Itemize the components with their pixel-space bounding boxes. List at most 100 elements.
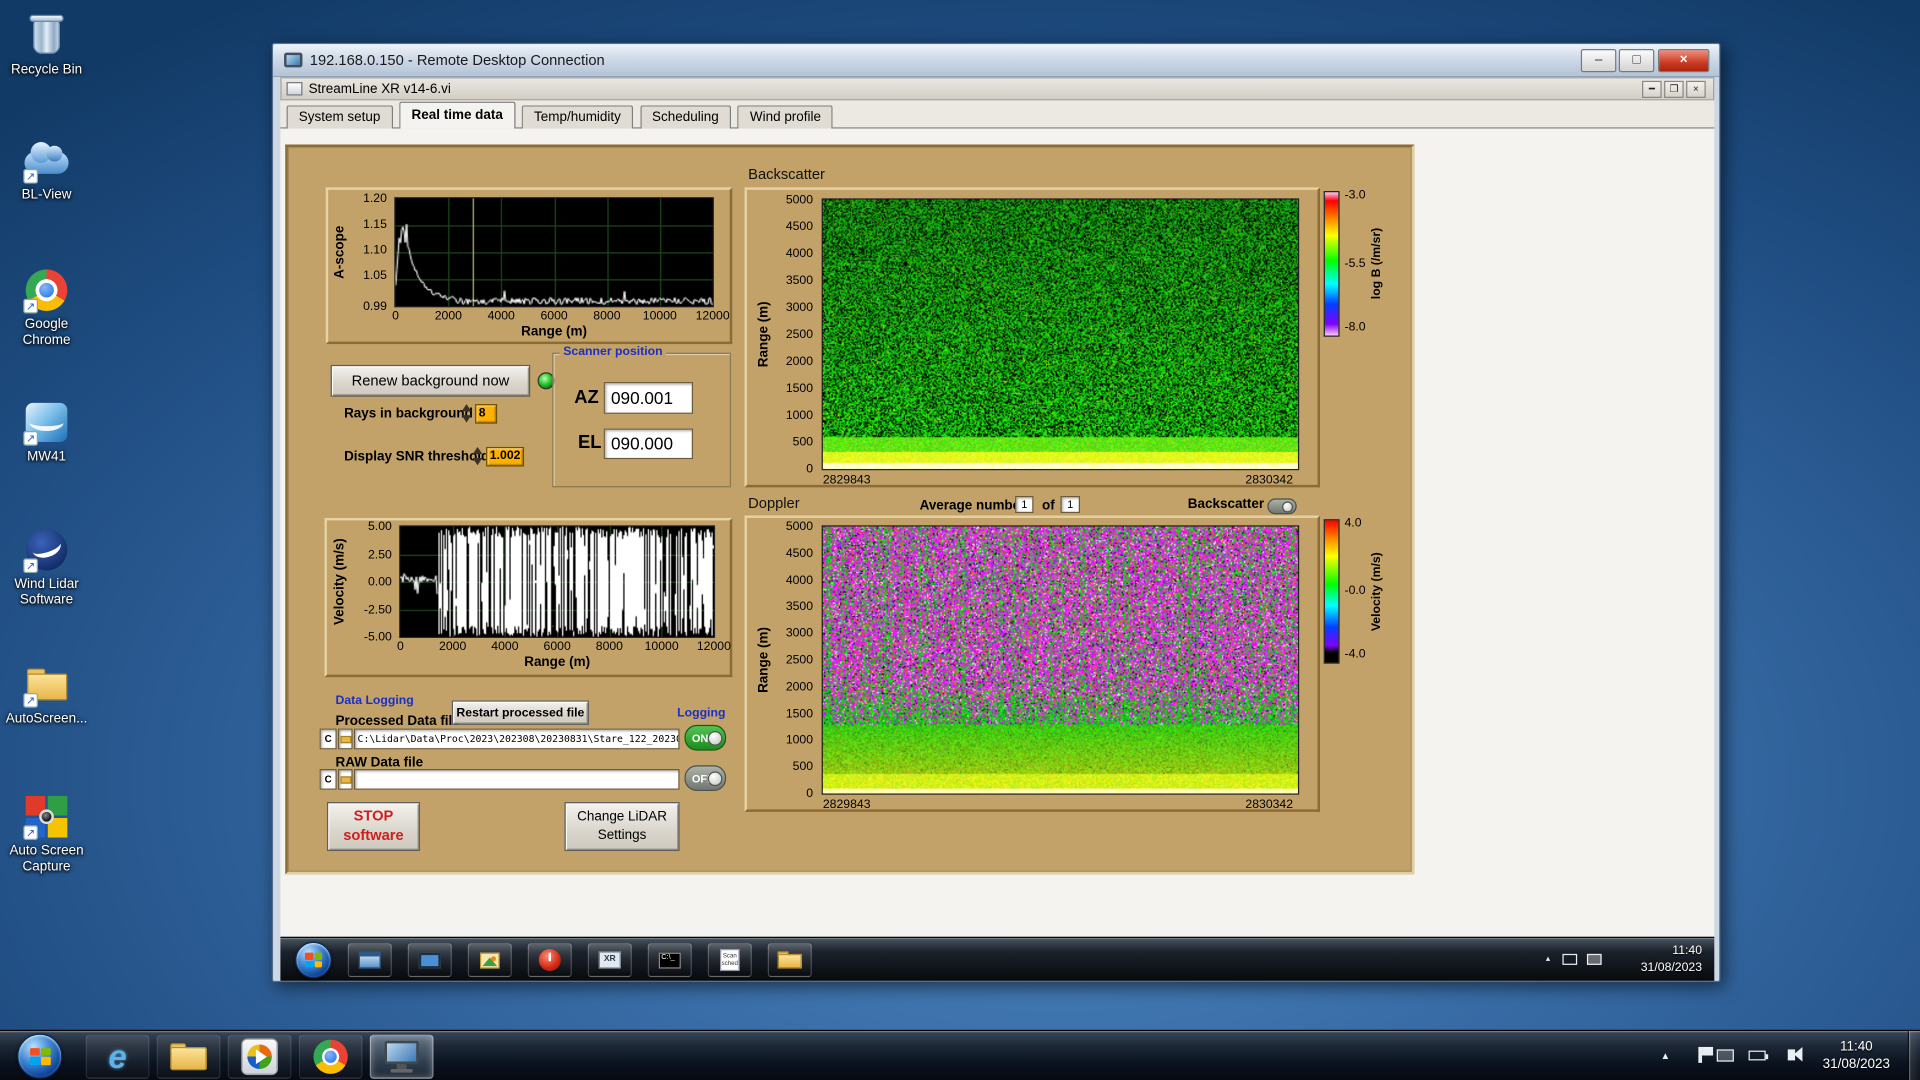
snr-stepper[interactable]: [472, 446, 484, 466]
snr-value-field[interactable]: 1.002: [486, 446, 525, 467]
taskbar-ie-icon[interactable]: e: [85, 1034, 150, 1079]
app-minimize-button[interactable]: ━: [1642, 80, 1662, 98]
tray-battery-icon[interactable]: [1748, 1050, 1769, 1061]
folder-icon: [777, 951, 803, 969]
axis-tick-label: 4500: [785, 547, 814, 561]
tab-temp-humidity[interactable]: Temp/humidity: [521, 105, 634, 130]
remote-taskbar-app-icon[interactable]: [347, 942, 392, 978]
start-button[interactable]: [17, 1033, 63, 1079]
az-value-field[interactable]: 090.001: [603, 382, 694, 414]
increment-icon[interactable]: [472, 446, 483, 455]
raw-drive-selector[interactable]: C: [319, 768, 337, 790]
axis-tick-label: 0: [806, 462, 814, 477]
average-total-field[interactable]: 1: [1060, 495, 1081, 514]
desktop-icon-recycle-bin[interactable]: Recycle Bin: [0, 12, 93, 78]
axis-tick-label: 0.00: [367, 575, 392, 589]
axis-tick-label: -8.0: [1344, 321, 1366, 335]
taskbar-media-player-icon[interactable]: [227, 1034, 292, 1079]
app-close-button[interactable]: ×: [1686, 80, 1706, 98]
clock[interactable]: 11:40 31/08/2023: [1810, 1038, 1903, 1073]
tab-wind-profile[interactable]: Wind profile: [737, 105, 834, 130]
rays-stepper[interactable]: [461, 404, 473, 423]
window-title: 192.168.0.150 - Remote Desktop Connectio…: [309, 51, 605, 69]
clock-time: 11:40: [1839, 1039, 1873, 1055]
tray-network-icon[interactable]: [1716, 1049, 1734, 1062]
increment-icon[interactable]: [461, 404, 472, 412]
desktop-icon-bl-view[interactable]: ↗ BL-View: [0, 137, 93, 203]
backscatter-colorbar: log B (/m/sr) -3.0 -5.5 -8.0: [1323, 189, 1402, 337]
decrement-icon[interactable]: [472, 457, 483, 466]
velocity-plot: [400, 526, 714, 637]
desktop-icon-auto-screen-capture[interactable]: ↗ Auto Screen Capture: [0, 793, 93, 874]
tray-expand-icon[interactable]: ▲: [1661, 1051, 1671, 1062]
tray-volume-icon[interactable]: [1787, 1046, 1803, 1062]
axis-tick-label: 1500: [785, 382, 814, 396]
minimize-button[interactable]: –: [1580, 48, 1617, 73]
remote-clock[interactable]: 11:40 31/08/2023: [1641, 943, 1702, 976]
renew-background-button[interactable]: Renew background now: [330, 364, 531, 397]
processed-path-field[interactable]: C:\Lidar\Data\Proc\2023\202308\20230831\…: [353, 728, 680, 750]
taskbar-explorer-icon[interactable]: [156, 1034, 221, 1079]
axis-tick-label: 2000: [439, 640, 467, 654]
axis-tick-label: 12000: [696, 640, 731, 654]
backscatter-toggle[interactable]: [1267, 498, 1297, 515]
desktop-icon-google-chrome[interactable]: ↗ Google Chrome: [0, 267, 93, 348]
host-taskbar: e ▲ 11:40 31/08/2023: [0, 1029, 1920, 1080]
axis-tick-label: 1000: [785, 733, 814, 748]
remote-taskbar-scan-sched-icon[interactable]: Scan sched: [707, 942, 752, 978]
axis-tick-label: 10000: [644, 640, 679, 654]
remote-tray-network-icon[interactable]: [1586, 953, 1602, 965]
remote-taskbar-display-icon[interactable]: [407, 942, 452, 978]
rdp-titlebar[interactable]: 192.168.0.150 - Remote Desktop Connectio…: [273, 44, 1720, 78]
remote-tray-expand-icon[interactable]: ▴: [1546, 954, 1550, 964]
icon-part: [384, 1040, 419, 1064]
tab-real-time-data[interactable]: Real time data: [399, 101, 516, 129]
remote-taskbar-xr-app-icon[interactable]: XR: [587, 942, 632, 978]
axis-tick-label: 12000: [695, 309, 730, 324]
app-titlebar[interactable]: StreamLine XR v14-6.vi ━ ❐ ×: [280, 77, 1715, 101]
raw-path-field[interactable]: [353, 768, 680, 790]
axis-tick-label: 0: [397, 640, 404, 654]
stop-software-button[interactable]: STOP software: [326, 802, 421, 852]
rdp-icon: [383, 1040, 420, 1073]
processed-drive-selector[interactable]: C: [319, 728, 337, 750]
desktop-icon-autoscreen[interactable]: ↗ AutoScreen...: [0, 661, 93, 727]
processed-browse-button[interactable]: [337, 728, 353, 750]
remote-taskbar-console-icon[interactable]: C:\_: [647, 942, 692, 978]
tab-scheduling[interactable]: Scheduling: [639, 105, 731, 130]
tab-system-setup[interactable]: System setup: [286, 105, 393, 130]
desktop-icon-mw41[interactable]: ↗ MW41: [0, 399, 93, 465]
axis-tick-label: 4000: [785, 573, 814, 588]
taskbar-rdp-icon[interactable]: [369, 1034, 434, 1079]
rays-value-field[interactable]: 8: [475, 404, 498, 424]
remote-tray-volume-icon[interactable]: [1562, 953, 1578, 965]
axis-tick-label: 1.15: [363, 217, 387, 232]
raw-browse-button[interactable]: [337, 768, 353, 790]
processed-logging-toggle[interactable]: ON: [684, 724, 727, 751]
axis-tick-label: 2830342: [1245, 798, 1294, 812]
folder-icon: ↗: [23, 661, 70, 708]
average-number-field[interactable]: 1: [1015, 495, 1034, 514]
doppler-title: Doppler: [748, 494, 800, 512]
show-desktop-button[interactable]: [1907, 1031, 1920, 1080]
shortcut-arrow-icon: ↗: [23, 693, 38, 708]
remote-taskbar-photos-icon[interactable]: [467, 942, 512, 978]
el-value-field[interactable]: 090.000: [603, 428, 694, 460]
change-lidar-settings-button[interactable]: Change LiDAR Settings: [564, 802, 680, 852]
close-button[interactable]: ×: [1657, 48, 1710, 73]
remote-start-button[interactable]: [295, 941, 332, 979]
app-restore-button[interactable]: ❐: [1664, 80, 1684, 98]
remote-taskbar-shutdown-icon[interactable]: [527, 942, 572, 978]
raw-logging-toggle[interactable]: OFF: [684, 765, 727, 792]
maximize-button[interactable]: □: [1618, 48, 1655, 73]
restart-processed-file-button[interactable]: Restart processed file: [451, 700, 589, 725]
scan-scheduler-icon: Scan sched: [720, 948, 740, 972]
toggle-knob: [707, 730, 723, 746]
taskbar-chrome-icon[interactable]: [298, 1034, 363, 1079]
desktop-icon-wind-lidar[interactable]: ↗ Wind Lidar Software: [0, 527, 93, 608]
remote-taskbar-folder-icon[interactable]: [767, 942, 812, 978]
decrement-icon[interactable]: [461, 415, 472, 423]
tray-flag-icon[interactable]: [1698, 1046, 1714, 1063]
mw41-icon: ↗: [23, 399, 70, 446]
xr-window-icon: XR: [598, 951, 621, 969]
